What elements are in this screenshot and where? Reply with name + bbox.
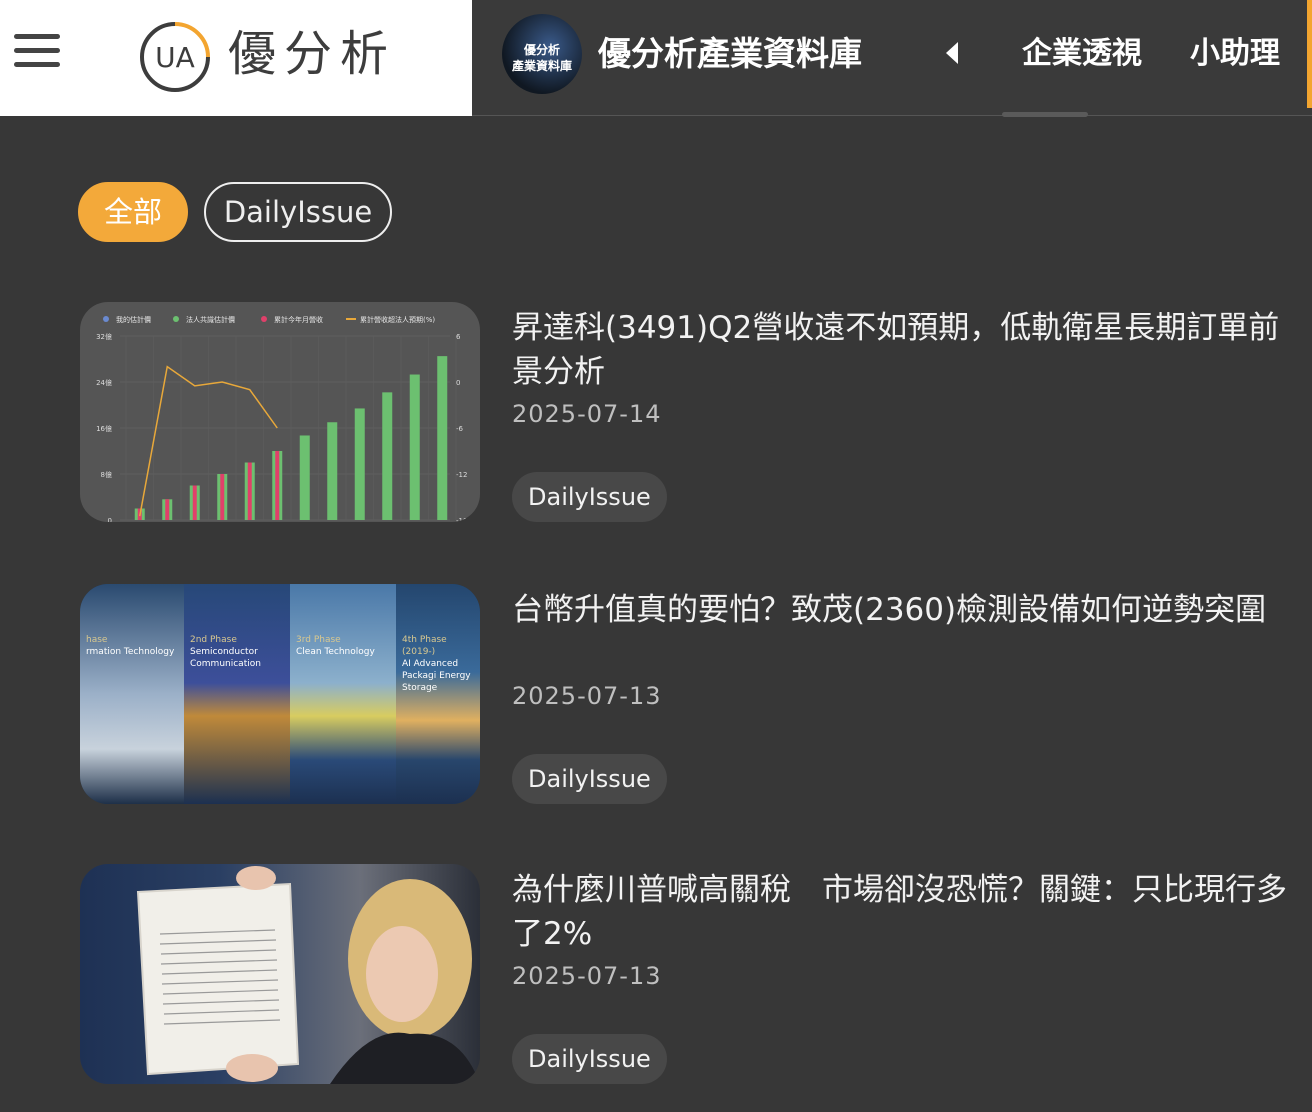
database-title[interactable]: 優分析產業資料庫 [598,32,862,76]
y2-tick-label: 0 [456,379,460,387]
legend-marker [261,316,267,322]
nav-item-enterprise[interactable]: 企業透視 [1022,32,1142,76]
database-avatar[interactable]: 優分析 產業資料庫 [502,14,582,94]
article-title[interactable]: 台幣升值真的要怕？致茂(2360)檢測設備如何逆勢突圍 [512,588,1302,632]
article-item[interactable]: 為什麼川普喊高關稅 市場卻沒恐慌？關鍵：只比現行多了2% 2025-07-13 … [0,864,1312,1086]
bar-consensus [354,408,365,520]
y-tick-label: 8億 [101,470,112,479]
brand-name: 優分析 [228,26,397,82]
article-title[interactable]: 為什麼川普喊高關稅 市場卻沒恐慌？關鍵：只比現行多了2% [512,868,1302,956]
y2-tick-label: 6 [456,333,461,341]
brand-pane: UA 優分析 [0,0,472,116]
y2-tick-label: -12 [456,471,467,479]
article-item[interactable]: hase rmation Technology 2nd Phase Semicond… [0,584,1312,806]
article-date: 2025-07-14 [512,400,662,428]
y2-tick-label: -6 [456,425,464,433]
y-tick-label: 24億 [96,378,112,387]
phase-panel: 4th Phase (2019-) AI Advanced Packagi Ene… [396,584,480,804]
article-date: 2025-07-13 [512,962,662,990]
filter-all[interactable]: 全部 [78,182,188,242]
nav-item-assistant[interactable]: 小助理 [1190,32,1280,76]
bar-revenue [220,474,225,520]
legend-marker [173,316,179,322]
article-tag[interactable]: DailyIssue [512,1034,667,1084]
article-date: 2025-07-13 [512,682,662,710]
bar-consensus [299,435,310,520]
app-header: UA 優分析 優分析 產業資料庫 優分析產業資料庫 企業透視 小助理 [0,0,1312,117]
legend-label: 法人共識估計價 [186,315,235,324]
article-title[interactable]: 昇達科(3491)Q2營收遠不如預期，低軌衛星長期訂單前景分析 [512,306,1302,394]
filter-dailyissue[interactable]: DailyIssue [204,182,392,242]
y2-tick-label: -18 [456,517,467,522]
bar-revenue [192,485,197,520]
avatar-line2: 產業資料庫 [511,59,572,73]
ua-logo[interactable]: UA [138,20,212,94]
bar-consensus [437,356,448,520]
avatar-line1: 優分析 [523,43,560,57]
article-tag[interactable]: DailyIssue [512,754,667,804]
bar-consensus [327,422,338,520]
article-item[interactable]: 我的估計價 法人共識估計價 累計今年月營收 累計營收超法人預期(%) 32億 24億 16億… [0,302,1312,524]
article-thumbnail-photo[interactable] [80,864,480,1084]
legend-label: 累計今年月營收 [274,315,323,324]
revenue-chart: 我的估計價 法人共識估計價 累計今年月營收 累計營收超法人預期(%) 32億 24億 16億… [96,315,467,522]
y-tick-label: 32億 [96,332,112,341]
phase-panel: 3rd Phase Clean Technology [290,584,396,804]
y-tick-label: 16億 [96,424,112,433]
article-thumbnail-phases[interactable]: hase rmation Technology 2nd Phase Semicond… [80,584,480,804]
nav-scroll-indicator[interactable] [1002,112,1088,117]
bar-consensus [382,392,393,520]
logo-letters: UA [155,41,195,74]
article-tag[interactable]: DailyIssue [512,472,667,522]
article-thumbnail-chart[interactable]: 我的估計價 法人共識估計價 累計今年月營收 累計營收超法人預期(%) 32億 24億 16億… [80,302,480,522]
bar-revenue [275,451,280,520]
legend-marker [103,316,109,322]
phase-panel: 2nd Phase Semiconductor Communication [184,584,290,804]
y-tick-label: 0 [108,517,112,522]
accent-bar [1307,0,1312,108]
bar-revenue [247,462,252,520]
hamburger-menu-icon[interactable] [14,34,64,74]
legend-label: 累計營收超法人預期(%) [360,315,435,324]
press-photo-image [136,866,480,1084]
legend-label: 我的估計價 [116,315,151,324]
nav-prev-arrow-icon[interactable] [940,38,966,68]
phase-panel: hase rmation Technology [80,584,184,804]
bar-revenue [165,499,170,520]
bar-consensus [409,374,420,520]
